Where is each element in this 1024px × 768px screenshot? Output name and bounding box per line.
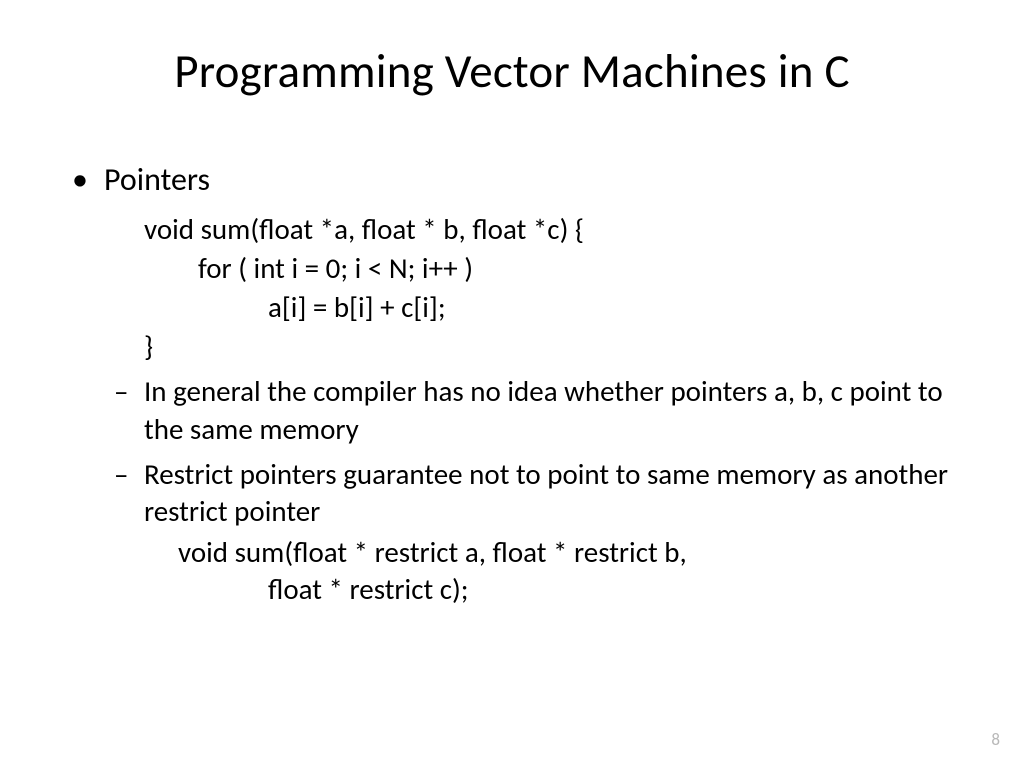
subbullet-compiler: In general the compiler has no idea whet…: [68, 373, 964, 447]
code-line-3: a[i] = b[i] + c[i];: [68, 289, 964, 326]
code2-line-1: void sum(float * restrict a, float * res…: [68, 534, 964, 571]
code-line-2: for ( int i = 0; i < N; i++ ): [68, 250, 964, 287]
code2-line-2: float * restrict c);: [68, 571, 964, 608]
code-line-1: void sum(float *a, float * b, float *c) …: [68, 211, 964, 248]
bullet-pointers: Pointers: [68, 160, 964, 201]
code-line-4: }: [68, 328, 964, 365]
slide-body: Pointers void sum(float *a, float * b, f…: [68, 160, 964, 608]
page-number: 8: [991, 729, 1000, 750]
subbullet-restrict: Restrict pointers guarantee not to point…: [68, 456, 964, 530]
slide: Programming Vector Machines in C Pointer…: [0, 0, 1024, 768]
slide-title: Programming Vector Machines in C: [0, 42, 1024, 100]
